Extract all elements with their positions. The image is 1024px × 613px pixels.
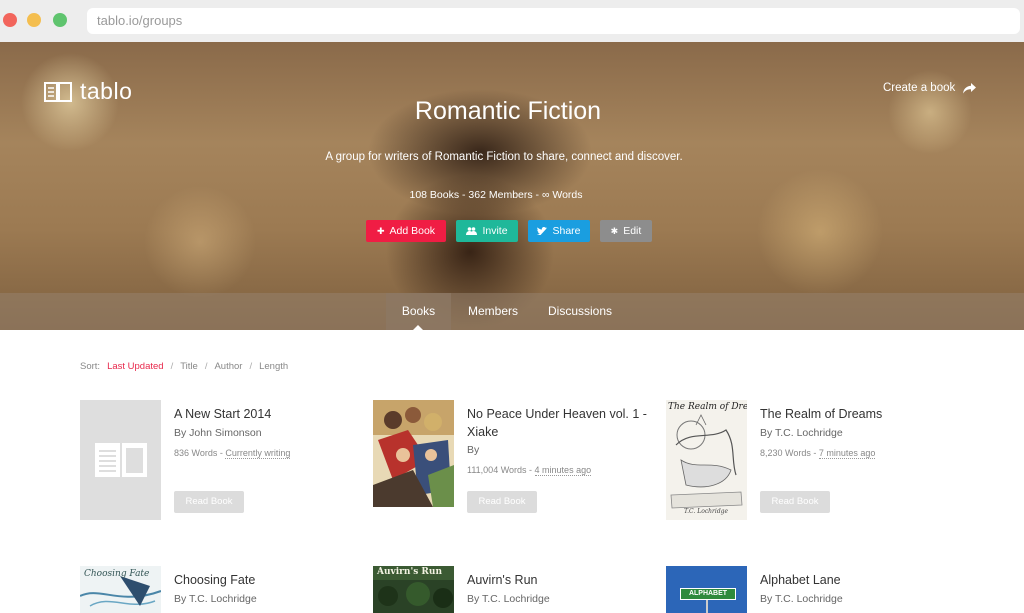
book-card: The Realm of Dreams T.C. Lochridge The R… [666,400,946,530]
book-cover[interactable]: Auvirn's Run [373,566,454,613]
book-card: No Peace Under Heaven vol. 1 - Xiake By … [373,400,653,530]
gear-icon: ✱ [610,225,619,236]
book-card: ALPHABET Alphabet Lane By T.C. Lochridge [666,566,946,613]
book-title[interactable]: A New Start 2014 [174,405,359,423]
book-title[interactable]: No Peace Under Heaven vol. 1 - Xiake [467,405,652,441]
book-cover[interactable]: The Realm of Dreams T.C. Lochridge [666,400,747,520]
cover-title-text: Choosing Fate [84,569,150,579]
users-icon [466,227,478,235]
books-content: Sort: Last Updated / Title / Author / Le… [0,330,1024,613]
book-author: By [467,444,480,456]
invite-label: Invite [482,225,508,237]
read-book-button[interactable]: Read Book [467,491,537,513]
address-bar[interactable]: tablo.io/groups [87,8,1020,34]
plus-icon: ✚ [376,225,385,236]
book-words: 8,230 Words - [760,448,819,458]
share-arrow-icon [963,82,977,93]
book-title[interactable]: The Realm of Dreams [760,405,945,423]
book-card: Auvirn's Run Auvirn's Run By T.C. Lochri… [373,566,653,613]
tab-discussions[interactable]: Discussions [538,293,622,330]
cover-author-text: T.C. Lochridge [684,508,729,515]
book-cover[interactable]: ALPHABET [666,566,747,613]
book-author: By T.C. Lochridge [174,593,257,605]
maximize-window-dot[interactable] [53,13,67,27]
book-meta: 836 Words - Currently writing [174,448,291,459]
twitter-icon [537,227,548,235]
book-updated: Currently writing [225,448,291,459]
close-window-dot[interactable] [3,13,17,27]
book-words: 836 Words - [174,448,226,458]
book-title[interactable]: Auvirn's Run [467,571,652,589]
book-updated: 7 minutes ago [818,448,876,459]
book-updated: 4 minutes ago [534,465,592,476]
book-cover-art [666,400,747,520]
group-title: Romantic Fiction [0,97,1024,126]
cover-sign-post [706,600,708,613]
group-stats: 108 Books - 362 Members - ∞ Words [409,189,583,201]
edit-button[interactable]: ✱ Edit [600,220,652,242]
book-meta: 111,004 Words - 4 minutes ago [467,465,592,476]
group-title-text: Romantic Fiction [414,97,602,125]
book-title[interactable]: Choosing Fate [174,571,359,589]
book-meta: 8,230 Words - 7 minutes ago [760,448,876,459]
share-label: Share [552,225,581,237]
create-book-link[interactable]: Create a book [883,82,977,94]
sort-separator: / [170,361,174,372]
book-author: By T.C. Lochridge [760,593,843,605]
group-description: A group for writers of Romantic Fiction … [325,151,683,163]
cover-title-text: The Realm of Dreams [668,402,747,412]
book-cover-art [373,400,454,507]
group-tabs: Books Members Discussions [0,293,1024,330]
cover-street-sign: ALPHABET [680,588,736,600]
book-author: By T.C. Lochridge [760,427,843,439]
book-cover[interactable] [373,400,454,507]
book-card: Choosing Fate Choosing Fate By T.C. Loch… [80,566,360,613]
invite-button[interactable]: Invite [456,220,518,242]
sort-label: Sort: [80,361,101,372]
book-cover-placeholder[interactable] [80,400,161,520]
create-book-label: Create a book [883,82,956,94]
sort-length[interactable]: Length [259,361,288,372]
book-author: By T.C. Lochridge [467,593,550,605]
book-title[interactable]: Alphabet Lane [760,571,945,589]
sort-bar: Sort: Last Updated / Title / Author / Le… [80,361,295,372]
add-book-button[interactable]: ✚ Add Book [366,220,446,242]
browser-chrome: tablo.io/groups [0,0,1024,42]
tab-members[interactable]: Members [456,293,530,330]
minimize-window-dot[interactable] [27,13,41,27]
share-button[interactable]: Share [528,220,590,242]
edit-label: Edit [623,225,642,237]
book-cover[interactable]: Choosing Fate [80,566,161,613]
sort-separator: / [249,361,253,372]
sort-author[interactable]: Author [214,361,242,372]
sort-title[interactable]: Title [180,361,198,372]
sort-last-updated[interactable]: Last Updated [107,361,164,372]
add-book-label: Add Book [389,225,436,237]
book-card: A New Start 2014 By John Simonson 836 Wo… [80,400,360,530]
cover-title-text: Auvirn's Run [377,567,442,577]
group-hero: tablo Create a book Romantic Fiction A g… [0,42,1024,330]
book-words: 111,004 Words - [467,465,535,475]
book-author: By John Simonson [174,427,262,439]
open-book-icon [94,443,147,477]
read-book-button[interactable]: Read Book [760,491,830,513]
sort-separator: / [204,361,208,372]
read-book-button[interactable]: Read Book [174,491,244,513]
